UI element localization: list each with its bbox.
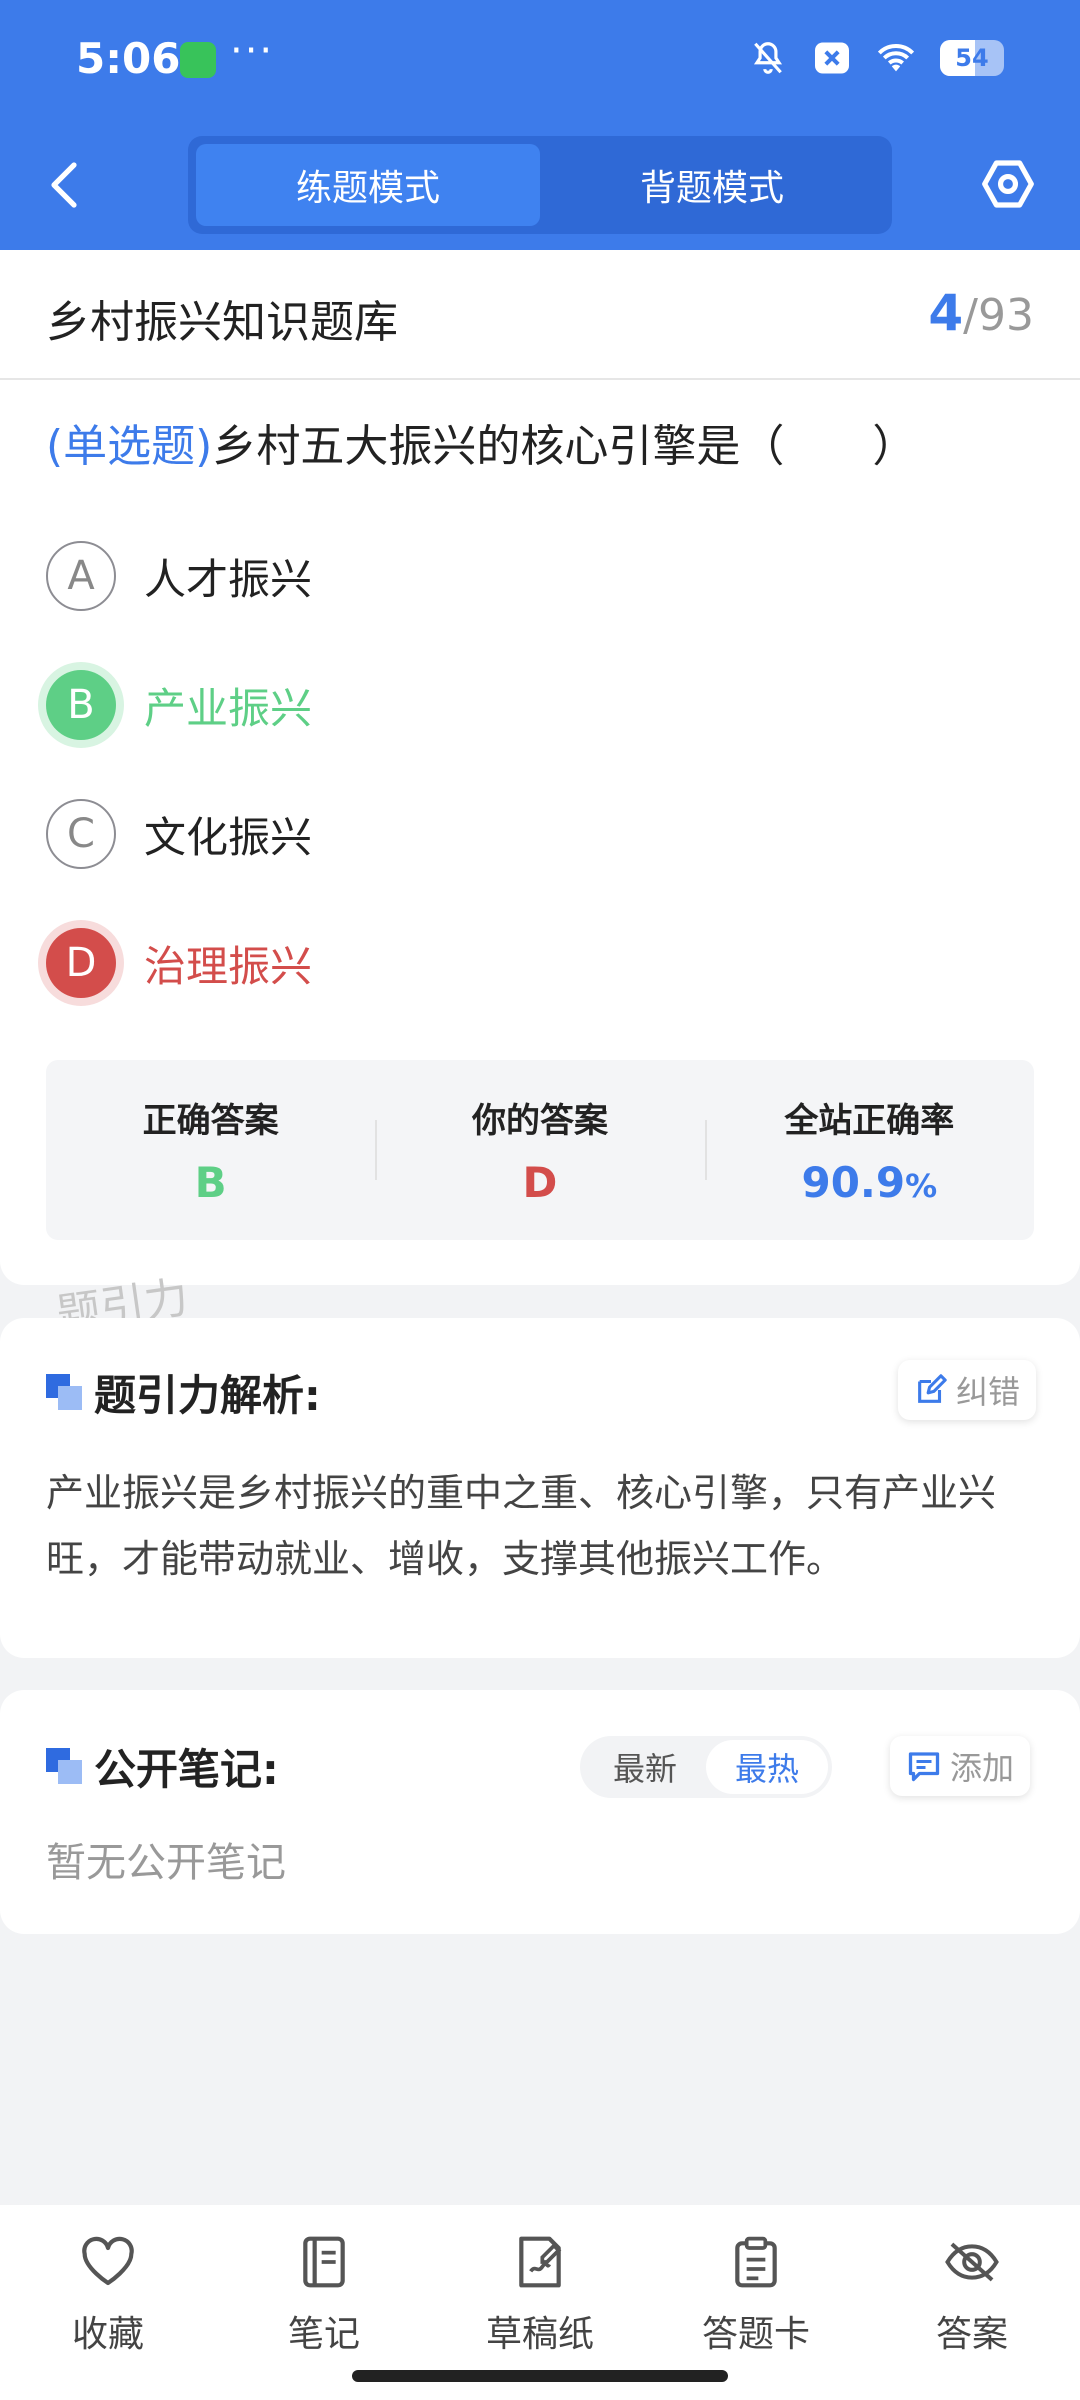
your-answer: 你的答案 D [375, 1060, 704, 1240]
site-accuracy-label: 全站正确率 [784, 1101, 955, 1141]
mute-icon [748, 38, 788, 78]
sort-hottest[interactable]: 最热 [706, 1740, 828, 1794]
nav-label: 答题卡 [701, 2314, 810, 2355]
question-type: (单选题) [46, 421, 213, 472]
analysis-card: 题引力解析: 纠错 产业振兴是乡村振兴的重中之重、核心引擎，只有产业兴旺，才能带… [0, 1318, 1080, 1658]
option-text: 文化振兴 [144, 812, 313, 862]
heart-icon [79, 2233, 137, 2291]
site-accuracy-value: 90.9% [801, 1158, 937, 1207]
notes-empty-text: 暂无公开笔记 [46, 1840, 286, 1886]
battery-level: 54 [955, 44, 989, 72]
section-icon [46, 1374, 82, 1410]
option-text: 人才振兴 [144, 554, 313, 604]
option-text: 治理振兴 [144, 941, 313, 991]
notification-x-icon [812, 38, 852, 78]
option-d[interactable]: D 治理振兴 [46, 923, 312, 1003]
your-answer-label: 你的答案 [471, 1101, 608, 1141]
option-letter: D [46, 928, 116, 998]
nav-answer[interactable]: 答案 [864, 2205, 1080, 2400]
notes-title: 公开笔记: [94, 1745, 279, 1794]
settings-button[interactable] [972, 148, 1044, 220]
back-button[interactable] [36, 150, 92, 220]
option-text: 产业振兴 [144, 683, 313, 733]
answer-summary: 正确答案 B 你的答案 D 全站正确率 90.9% [46, 1060, 1034, 1240]
tab-practice-mode[interactable]: 练题模式 [196, 144, 540, 226]
section-icon [46, 1748, 82, 1784]
notebook-icon [295, 2233, 353, 2291]
report-error-button[interactable]: 纠错 [898, 1360, 1037, 1420]
add-note-label: 添加 [950, 1749, 1015, 1787]
mode-switch: 练题模式 背题模式 [188, 136, 892, 234]
accuracy-unit: % [905, 1167, 938, 1205]
status-icons: 54 [748, 38, 1004, 78]
battery-icon: 54 [940, 40, 1004, 76]
edit-icon [918, 1374, 947, 1403]
question-stem: 乡村五大振兴的核心引擎是（ ） [212, 421, 917, 472]
option-letter: A [46, 541, 116, 611]
option-b[interactable]: B 产业振兴 [46, 665, 312, 745]
report-error-label: 纠错 [956, 1373, 1021, 1411]
divider [0, 378, 1080, 380]
current-index: 4 [928, 284, 964, 342]
analysis-title: 题引力解析: [94, 1371, 321, 1420]
correct-answer-value: B [194, 1158, 227, 1207]
accuracy-number: 90.9 [801, 1158, 906, 1207]
option-letter: C [46, 799, 116, 869]
your-answer-value: D [522, 1158, 558, 1207]
notes-sort-toggle: 最新 最热 [580, 1736, 832, 1798]
more-notifications-icon: ··· [230, 28, 275, 74]
site-accuracy: 全站正确率 90.9% [704, 1060, 1034, 1240]
home-indicator[interactable] [352, 2370, 728, 2382]
nav-label: 草稿纸 [485, 2314, 594, 2355]
nav-label: 答案 [935, 2314, 1008, 2355]
draft-icon [511, 2233, 569, 2291]
option-a[interactable]: A 人才振兴 [46, 536, 312, 616]
nav-label: 收藏 [71, 2314, 144, 2355]
clipboard-icon [727, 2233, 785, 2291]
notes-card: 公开笔记: 最新 最热 添加 暂无公开笔记 [0, 1690, 1080, 1934]
comment-icon [908, 1752, 940, 1782]
wechat-icon [180, 42, 216, 78]
correct-answer: 正确答案 B [46, 1060, 375, 1240]
nav-label: 笔记 [287, 2314, 360, 2355]
add-note-button[interactable]: 添加 [890, 1736, 1031, 1796]
question-progress: 4/93 [928, 284, 1034, 342]
settings-icon [982, 160, 1034, 208]
option-c[interactable]: C 文化振兴 [46, 794, 312, 874]
sort-latest[interactable]: 最新 [584, 1740, 706, 1794]
tab-memorize-mode[interactable]: 背题模式 [540, 144, 884, 226]
bank-title: 乡村振兴知识题库 [46, 297, 398, 348]
nav-favorite[interactable]: 收藏 [0, 2205, 216, 2400]
chevron-left-icon [51, 162, 77, 208]
progress-separator: / [963, 290, 978, 341]
wifi-icon [876, 38, 916, 78]
status-time: 5:06 [76, 34, 181, 83]
question-card: 乡村振兴知识题库 4/93 (单选题)乡村五大振兴的核心引擎是（ ） A 人才振… [0, 250, 1080, 1285]
total-count: 93 [978, 290, 1034, 341]
eye-off-icon [943, 2233, 1001, 2291]
correct-answer-label: 正确答案 [142, 1101, 279, 1141]
question-text: (单选题)乡村五大振兴的核心引擎是（ ） [46, 410, 1046, 474]
analysis-text: 产业振兴是乡村振兴的重中之重、核心引擎，只有产业兴旺，才能带动就业、增收，支撑其… [46, 1471, 997, 1581]
app-header: 5:06 ··· 54 练题模式 背题模式 [0, 0, 1080, 250]
option-letter: B [46, 670, 116, 740]
